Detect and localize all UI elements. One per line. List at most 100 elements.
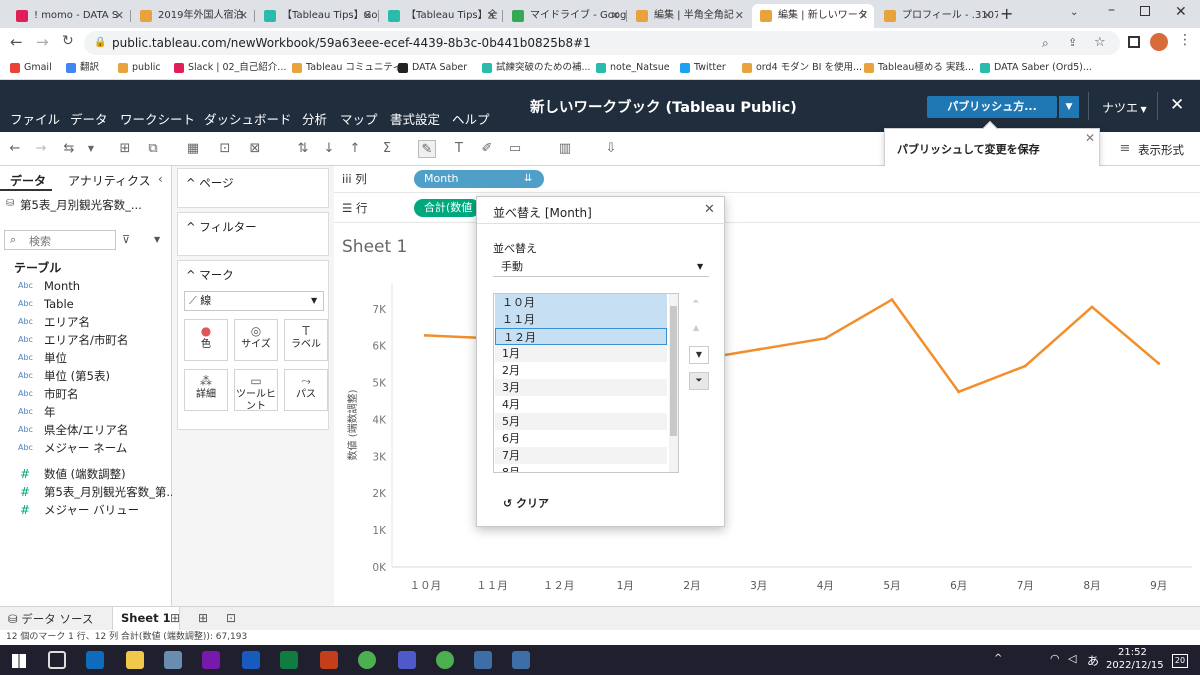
tab-close-icon[interactable]: ✕ <box>859 4 868 28</box>
search-input[interactable]: ⌕ 検索 <box>4 230 116 250</box>
teams-icon[interactable] <box>398 651 416 669</box>
sort-list-item[interactable]: １０月 <box>495 294 667 311</box>
notification-badge[interactable]: 20 <box>1172 654 1188 668</box>
restore-icon[interactable] <box>1140 6 1150 16</box>
explorer-icon[interactable] <box>126 651 144 669</box>
show-me-button[interactable]: 表示形式 <box>1138 142 1184 158</box>
new-tab-button[interactable]: + <box>1000 4 1013 23</box>
marks-button[interactable]: ◎ サイズ <box>234 319 278 361</box>
chrome-profile-icon[interactable] <box>436 651 454 669</box>
move-bottom-icon[interactable]: ⏷ <box>689 372 709 390</box>
caret-down-icon[interactable]: ▼ <box>154 235 160 244</box>
columns-pill-month[interactable]: Month ⇊ <box>414 170 544 188</box>
presentation-icon[interactable]: ▥ <box>556 140 574 158</box>
marks-button[interactable]: ● 色 <box>184 319 228 361</box>
dimension-field[interactable]: Abc Month <box>0 277 172 295</box>
datasource-tab[interactable]: ⛁ データ ソース <box>8 611 93 627</box>
dimension-field[interactable]: Abc 単位 <box>0 349 172 367</box>
sort-list-item[interactable]: 8月 <box>495 464 667 472</box>
show-me-icon[interactable]: ≡ <box>1116 140 1134 158</box>
totals-icon[interactable]: Σ <box>378 140 396 158</box>
clear-sheet-icon[interactable]: ⊠ <box>246 140 264 158</box>
share-icon[interactable]: ⇩ <box>602 140 620 158</box>
sort-list-item[interactable]: １２月 <box>495 328 667 345</box>
tableau-public-icon[interactable] <box>512 651 530 669</box>
browser-tab[interactable]: 【Tableau Tips】Go ✕ <box>256 4 378 28</box>
tab-close-icon[interactable]: ✕ <box>239 4 248 28</box>
excel-icon[interactable] <box>280 651 298 669</box>
reload-icon[interactable]: ↻ <box>62 33 74 49</box>
volume-icon[interactable]: ◁ <box>1068 652 1076 665</box>
bookmark-item[interactable]: 試練突破のための補... <box>482 58 591 80</box>
sort-list-item[interactable]: 2月 <box>495 362 667 379</box>
user-menu[interactable]: ナツエ ▼ <box>1102 99 1147 116</box>
sort-list-item[interactable]: 5月 <box>495 413 667 430</box>
window-close-icon[interactable]: ✕ <box>1175 4 1187 20</box>
tab-close-icon[interactable]: ✕ <box>983 4 992 28</box>
line-chart[interactable]: 0K1K2K3K4K5K6K7K１０月 １１月 １２月 1月 2月 3月 4月 5月 6月 7月 8… <box>334 223 1200 607</box>
minimize-icon[interactable]: – <box>1108 2 1115 18</box>
menu-item[interactable]: ワークシート <box>120 109 195 128</box>
tab-close-icon[interactable]: ✕ <box>735 4 744 28</box>
data-point[interactable] <box>957 390 961 394</box>
mark-type-select[interactable]: ⟋ 線 ▼ <box>184 291 324 311</box>
wifi-icon[interactable]: ◠ <box>1050 652 1060 665</box>
dimension-field[interactable]: Abc エリア名/市町名 <box>0 331 172 349</box>
menu-item[interactable]: マップ <box>340 109 378 128</box>
annotate-icon[interactable]: ✐ <box>478 140 496 158</box>
move-down-icon[interactable]: ▼ <box>689 346 709 364</box>
marks-button[interactable]: T ラベル <box>284 319 328 361</box>
sort-list-item[interactable]: 1月 <box>495 345 667 362</box>
powerpoint-icon[interactable] <box>320 651 338 669</box>
dialog-close-icon[interactable]: ✕ <box>704 202 715 217</box>
redo-icon[interactable]: → <box>32 140 50 158</box>
data-point[interactable] <box>1090 305 1094 309</box>
sort-list-item[interactable]: 6月 <box>495 430 667 447</box>
onenote-icon[interactable] <box>202 651 220 669</box>
tray-chevron-icon[interactable]: ^ <box>994 653 1002 664</box>
filter-icon[interactable]: ⊽ <box>122 233 130 246</box>
browser-tab[interactable]: ! momo - DATA S ✕ <box>8 4 130 28</box>
app-icon[interactable] <box>164 651 182 669</box>
browser-tab[interactable]: プロフィール - .3107 ✕ <box>876 4 998 28</box>
measure-field[interactable]: # 第5表_月別観光客数_第... <box>0 483 177 501</box>
tab-close-icon[interactable]: ✕ <box>611 4 620 28</box>
move-top-icon[interactable]: ⏶ <box>692 297 699 307</box>
tab-close-icon[interactable]: ✕ <box>363 4 372 28</box>
clear-button[interactable]: ↺ クリア <box>503 495 549 511</box>
dimension-field[interactable]: Abc 市町名 <box>0 385 172 403</box>
bookmark-item[interactable]: Slack | 02_自己紹介... <box>174 58 286 80</box>
bookmark-item[interactable]: public <box>118 58 161 80</box>
menu-item[interactable]: 分析 <box>302 109 327 128</box>
dimension-field[interactable]: Abc Table <box>0 295 172 313</box>
data-point[interactable] <box>1157 361 1161 365</box>
scrollbar-thumb[interactable] <box>670 306 677 436</box>
menu-item[interactable]: ダッシュボード <box>204 109 292 128</box>
browser-tab[interactable]: マイドライブ - Goog ✕ <box>504 4 626 28</box>
data-point[interactable] <box>890 298 894 302</box>
bookmark-star-icon[interactable]: ☆ <box>1094 31 1106 55</box>
pause-icon[interactable]: ⧉ <box>144 140 162 158</box>
marks-button[interactable]: ▭ ツールヒント <box>234 369 278 412</box>
swap-icon[interactable]: ⇆ <box>60 140 78 158</box>
browser-menu-icon[interactable]: ⋮ <box>1178 32 1192 48</box>
publish-dropdown-icon[interactable]: ▼ <box>1059 96 1079 118</box>
bookmark-item[interactable]: Tableau コミュニティ <box>292 58 402 80</box>
data-point[interactable] <box>1023 364 1027 368</box>
new-worksheet-icon[interactable]: ▦ <box>184 140 202 158</box>
bookmark-item[interactable]: Tableau極める 実践... <box>864 58 974 80</box>
word-icon[interactable] <box>242 651 260 669</box>
rows-pill-sum[interactable]: 合計(数値 <box>414 199 480 217</box>
highlight-icon[interactable]: ✎ <box>418 140 436 158</box>
close-icon[interactable]: ✕ <box>1170 95 1184 115</box>
forward-icon[interactable]: → <box>36 33 49 51</box>
share-icon[interactable]: ⇪ <box>1068 31 1077 55</box>
scrollbar[interactable] <box>669 294 678 472</box>
menu-item[interactable]: ファイル <box>10 109 60 128</box>
sidepanel-icon[interactable] <box>1128 36 1140 48</box>
tableau-icon[interactable] <box>474 651 492 669</box>
new-sheet-icon[interactable]: ⊞ <box>170 611 180 625</box>
sort-asc-icon[interactable]: ↓ <box>320 140 338 158</box>
undo-icon[interactable]: ← <box>6 140 24 158</box>
dimension-field[interactable]: Abc 県全体/エリア名 <box>0 421 172 439</box>
